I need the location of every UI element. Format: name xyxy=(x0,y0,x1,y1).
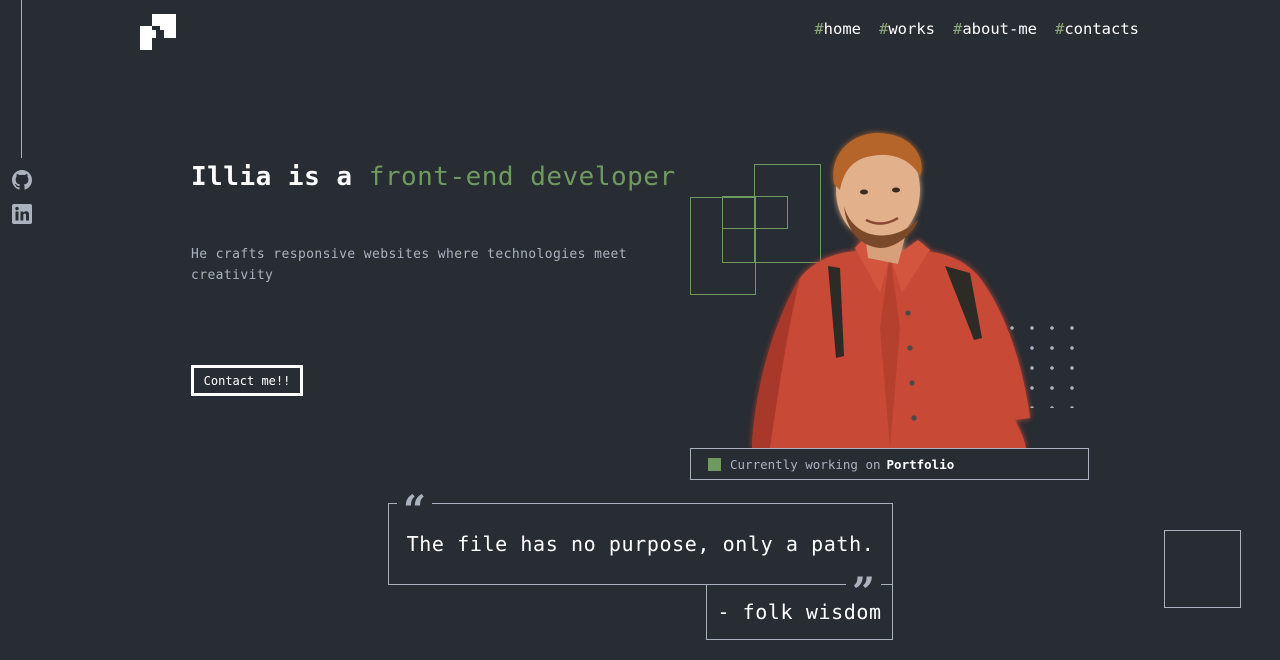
hero-title: Illia is a front-end developer xyxy=(191,162,676,192)
quote-author: - folk wisdom xyxy=(717,600,882,624)
status-project: Portfolio xyxy=(886,456,955,472)
nav-hash: # xyxy=(878,20,889,38)
nav-home[interactable]: #home xyxy=(814,20,861,38)
decorative-square xyxy=(1164,530,1241,608)
status-box: Currently working on Portfolio xyxy=(690,448,1089,480)
logo-icon[interactable] xyxy=(140,14,176,50)
nav-label: about-me xyxy=(962,20,1037,38)
quote-text: The file has no purpose, only a path. xyxy=(406,532,875,556)
contact-me-button[interactable]: Contact me!! xyxy=(191,365,303,396)
quote-box: The file has no purpose, only a path. xyxy=(388,503,893,585)
portrait-image xyxy=(740,128,1040,450)
close-quote-icon: ” xyxy=(846,573,882,599)
nav-hash: # xyxy=(814,20,824,38)
hero-subtitle: He crafts responsive websites where tech… xyxy=(191,247,628,283)
main-nav: #home #works #about-me #contacts xyxy=(814,20,1139,38)
nav-contacts[interactable]: #contacts xyxy=(1055,20,1139,38)
nav-label: contacts xyxy=(1064,20,1139,38)
nav-works[interactable]: #works xyxy=(879,20,935,38)
status-square-icon xyxy=(708,457,721,471)
portfolio-page: #home #works #about-me #contacts Illia i… xyxy=(0,0,1280,660)
nav-label: works xyxy=(888,20,935,38)
github-icon[interactable] xyxy=(12,170,32,190)
nav-label: home xyxy=(823,20,861,38)
nav-hash: # xyxy=(953,20,963,38)
linkedin-icon[interactable] xyxy=(12,204,32,224)
hero-title-prefix: Illia is a xyxy=(191,162,369,192)
nav-about-me[interactable]: #about-me xyxy=(953,20,1037,38)
hero-title-accent: front-end developer xyxy=(368,162,676,192)
open-quote-icon: “ xyxy=(397,491,433,517)
nav-hash: # xyxy=(1055,20,1065,38)
status-prefix: Currently working on xyxy=(730,456,881,472)
social-rail-line xyxy=(21,0,22,158)
